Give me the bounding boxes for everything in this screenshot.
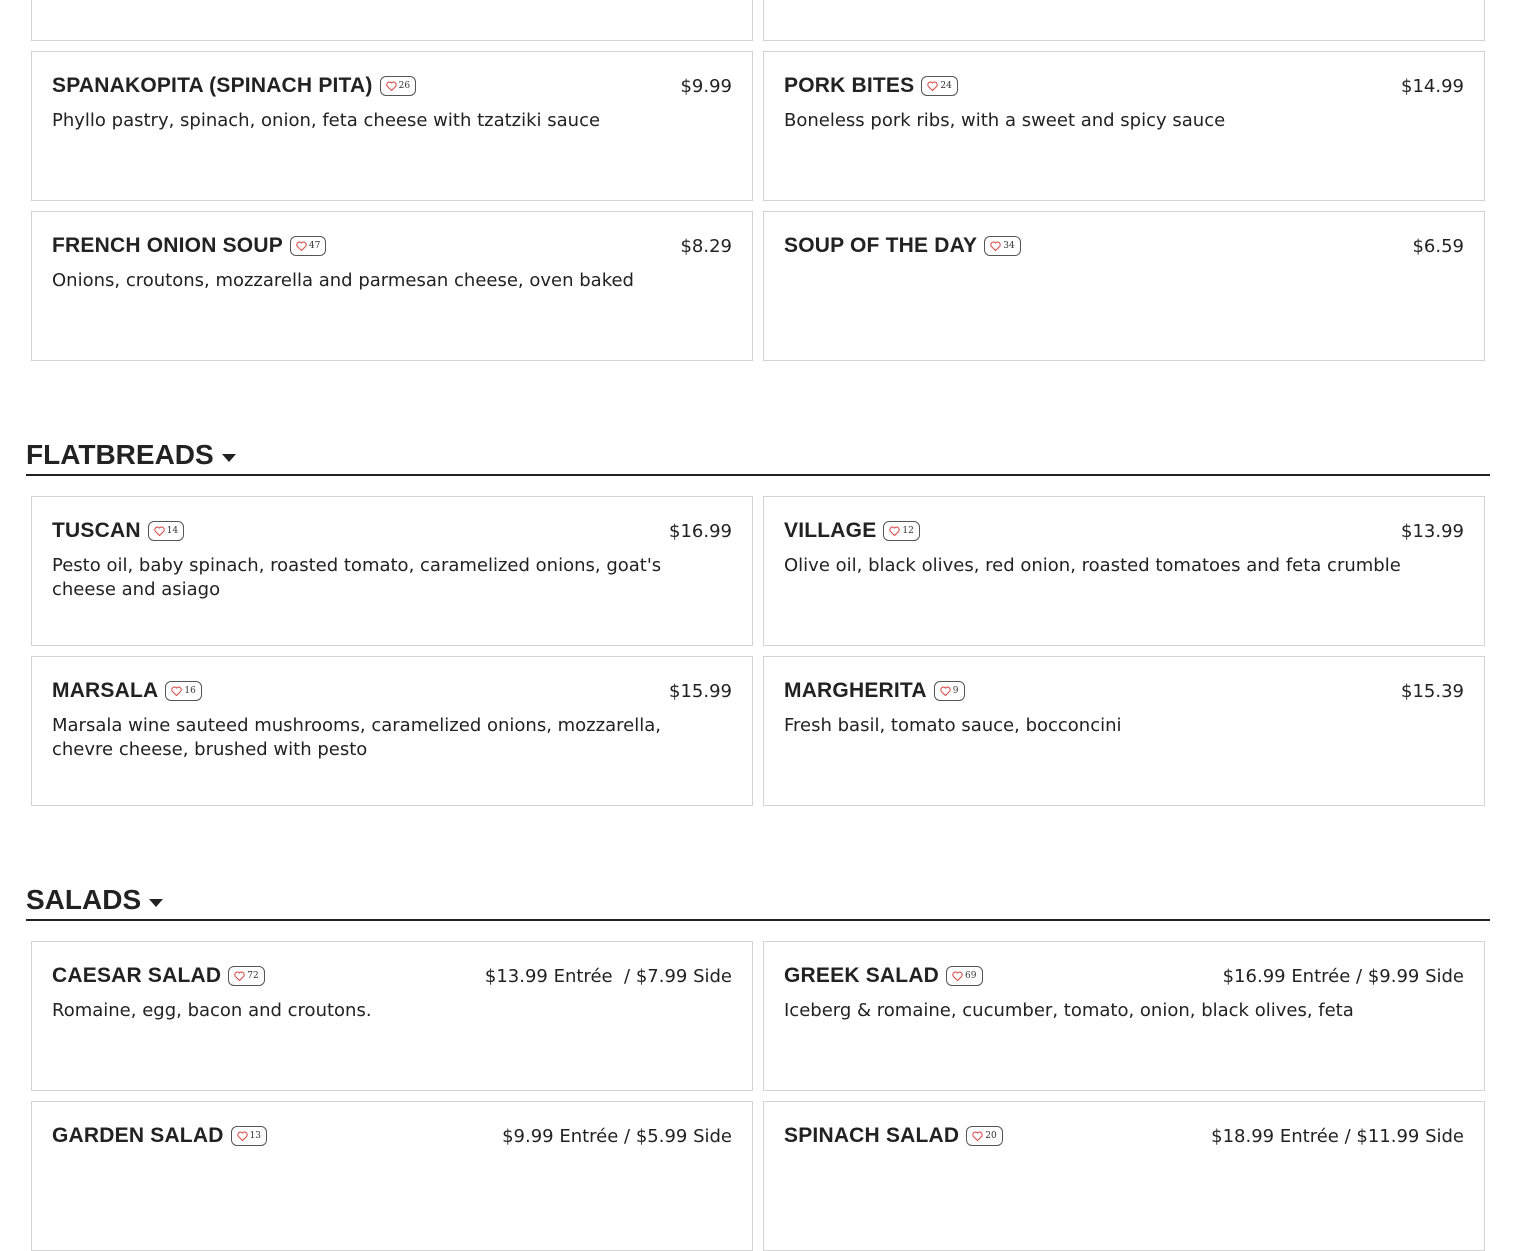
menu-item-village[interactable]: VILLAGE 12 $13.99 Olive oil, black olive… <box>763 496 1485 646</box>
caret-down-icon[interactable] <box>149 899 164 907</box>
item-price: $15.99 <box>669 680 732 702</box>
like-count: 20 <box>985 1131 997 1141</box>
menu-item-garden-salad[interactable]: GARDEN SALAD 13 $9.99 Entrée / $5.99 Sid… <box>31 1101 753 1251</box>
heart-icon <box>171 686 183 696</box>
item-name: VILLAGE <box>784 519 877 542</box>
menu-item-french-onion-soup[interactable]: FRENCH ONION SOUP 47 $8.29 Onions, crout… <box>31 211 753 361</box>
like-button[interactable]: 72 <box>228 966 265 986</box>
section-header-salads[interactable]: SALADS <box>26 884 1490 921</box>
menu-item-spinach-salad[interactable]: SPINACH SALAD 20 $18.99 Entrée / $11.99 … <box>763 1101 1485 1251</box>
like-count: 47 <box>308 241 321 251</box>
like-count: 26 <box>398 81 411 91</box>
menu-item-card[interactable] <box>31 0 753 41</box>
like-count: 34 <box>1003 241 1015 251</box>
item-description: Fresh basil, tomato sauce, bocconcini <box>784 715 1122 736</box>
heart-icon <box>154 526 165 536</box>
like-button[interactable]: 20 <box>966 1126 1003 1146</box>
menu-item-card[interactable] <box>763 0 1485 41</box>
heart-icon <box>927 81 939 91</box>
like-button[interactable]: 14 <box>147 521 185 541</box>
item-name: SPINACH SALAD <box>784 1124 960 1147</box>
item-name: FRENCH ONION SOUP <box>52 234 283 257</box>
like-button[interactable]: 34 <box>984 236 1021 256</box>
item-description: Marsala wine sauteed mushrooms, carameli… <box>52 715 661 760</box>
item-price: $18.99 Entrée / $11.99 Side <box>1211 1125 1464 1147</box>
like-button[interactable]: 13 <box>230 1126 268 1146</box>
like-count: 14 <box>166 526 179 536</box>
heart-icon <box>940 686 951 696</box>
like-button[interactable]: 12 <box>883 521 920 541</box>
menu-item-margherita[interactable]: MARGHERITA 9 $15.39 Fresh basil, tomato … <box>763 656 1485 806</box>
item-description: Boneless pork ribs, with a sweet and spi… <box>784 110 1226 131</box>
item-price: $13.99 Entrée / $7.99 Side <box>484 965 732 987</box>
like-count: 13 <box>249 1131 262 1141</box>
item-price: $14.99 <box>1401 75 1464 97</box>
section-header-flatbreads[interactable]: FLATBREADS <box>26 439 1490 476</box>
item-price: $6.59 <box>1412 235 1464 257</box>
like-count: 24 <box>940 81 952 91</box>
item-price: $9.99 <box>680 75 732 97</box>
item-price: $9.99 Entrée / $5.99 Side <box>502 1125 732 1147</box>
heart-icon <box>990 241 1001 251</box>
item-price: $16.99 <box>669 520 732 542</box>
item-price: $13.99 <box>1401 520 1464 542</box>
item-name: SOUP OF THE DAY <box>784 234 978 257</box>
heart-icon <box>296 241 307 251</box>
item-description: Olive oil, black olives, red onion, roas… <box>784 555 1401 576</box>
heart-icon <box>236 1131 248 1141</box>
item-price: $15.39 <box>1401 680 1464 702</box>
item-name: GREEK SALAD <box>784 964 940 987</box>
like-count: 72 <box>247 971 259 981</box>
like-button[interactable]: 26 <box>379 76 417 96</box>
section-title: SALADS <box>26 884 142 915</box>
like-button[interactable]: 9 <box>933 681 965 701</box>
like-count: 69 <box>965 971 977 981</box>
heart-icon <box>234 971 245 981</box>
menu-item-greek-salad[interactable]: GREEK SALAD 69 $16.99 Entrée / $9.99 Sid… <box>763 941 1485 1091</box>
menu-item-marsala[interactable]: MARSALA 16 $15.99 Marsala wine sauteed m… <box>31 656 753 806</box>
section-title: FLATBREADS <box>26 439 214 470</box>
like-button[interactable]: 47 <box>289 236 327 256</box>
like-button[interactable]: 24 <box>921 76 958 96</box>
like-button[interactable]: 69 <box>946 966 983 986</box>
heart-icon <box>972 1131 983 1141</box>
heart-icon <box>385 81 397 91</box>
item-name: GARDEN SALAD <box>52 1124 224 1147</box>
menu-item-caesar-salad[interactable]: CAESAR SALAD 72 $13.99 Entrée / $7.99 Si… <box>31 941 753 1091</box>
caret-down-icon[interactable] <box>221 454 236 462</box>
like-count: 9 <box>952 686 959 696</box>
item-price: $16.99 Entrée / $9.99 Side <box>1222 965 1464 987</box>
item-description: Romaine, egg, bacon and croutons. <box>52 1000 372 1021</box>
item-description: Onions, croutons, mozzarella and parmesa… <box>52 270 634 291</box>
like-count: 12 <box>902 526 914 536</box>
item-name: PORK BITES <box>784 74 915 97</box>
heart-icon <box>889 526 901 536</box>
item-price: $8.29 <box>680 235 732 257</box>
menu-item-pork-bites[interactable]: PORK BITES 24 $14.99 Boneless pork ribs,… <box>763 51 1485 201</box>
item-description: Iceberg & romaine, cucumber, tomato, oni… <box>784 1000 1354 1021</box>
heart-icon <box>952 971 963 981</box>
menu-item-spanakopita[interactable]: SPANAKOPITA (SPINACH PITA) 26 $9.99 Phyl… <box>31 51 753 201</box>
item-name: MARSALA <box>52 679 159 702</box>
menu-item-tuscan[interactable]: TUSCAN 14 $16.99 Pesto oil, baby spinach… <box>31 496 753 646</box>
item-name: CAESAR SALAD <box>52 964 222 987</box>
item-name: MARGHERITA <box>784 679 927 702</box>
item-name: TUSCAN <box>52 519 141 542</box>
item-name: SPANAKOPITA (SPINACH PITA) <box>52 74 373 97</box>
item-description: Pesto oil, baby spinach, roasted tomato,… <box>52 555 662 600</box>
menu-item-soup-of-the-day[interactable]: SOUP OF THE DAY 34 $6.59 <box>763 211 1485 361</box>
like-button[interactable]: 16 <box>165 681 202 701</box>
item-description: Phyllo pastry, spinach, onion, feta chee… <box>52 110 601 131</box>
like-count: 16 <box>184 686 196 696</box>
